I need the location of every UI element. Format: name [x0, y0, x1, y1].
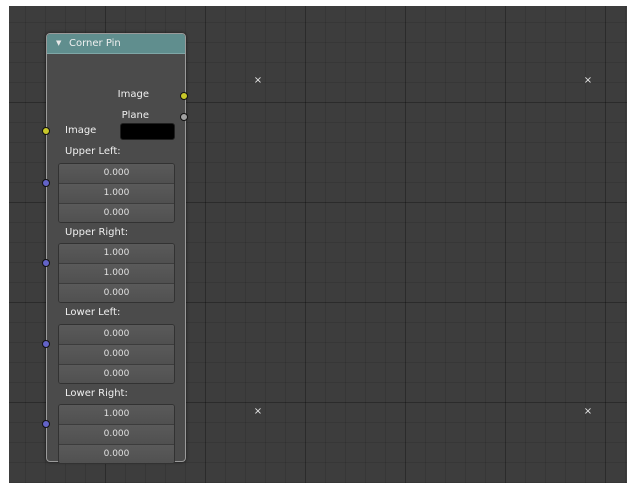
corner-marker-upper-left[interactable]: × — [253, 76, 263, 86]
node-editor-canvas[interactable]: × × × × ▼ Corner Pin Image Plane Image U… — [9, 6, 627, 483]
upper-left-label: Upper Left: — [65, 146, 121, 157]
node-title: Corner Pin — [69, 38, 121, 49]
upper-right-vector: 1.000 1.000 0.000 — [58, 243, 175, 303]
upper-right-z-field[interactable]: 0.000 — [59, 284, 174, 302]
lower-left-x-field[interactable]: 0.000 — [59, 325, 174, 345]
upper-right-x-field[interactable]: 1.000 — [59, 244, 174, 264]
lower-right-label: Lower Right: — [65, 388, 128, 399]
collapse-triangle-icon[interactable]: ▼ — [56, 34, 61, 53]
output-image-label: Image — [117, 89, 149, 100]
lower-left-y-field[interactable]: 0.000 — [59, 345, 174, 365]
image-color-swatch[interactable] — [120, 123, 175, 140]
input-image-socket[interactable] — [42, 127, 50, 135]
upper-left-z-field[interactable]: 0.000 — [59, 204, 174, 222]
upper-right-y-field[interactable]: 1.000 — [59, 264, 174, 284]
corner-marker-lower-left[interactable]: × — [253, 407, 263, 417]
upper-left-x-field[interactable]: 0.000 — [59, 164, 174, 184]
upper-left-socket[interactable] — [42, 179, 50, 187]
lower-right-x-field[interactable]: 1.000 — [59, 405, 174, 425]
corner-marker-lower-right[interactable]: × — [583, 407, 593, 417]
lower-right-vector: 1.000 0.000 0.000 — [58, 404, 175, 464]
output-plane-socket[interactable] — [180, 113, 188, 121]
input-image-label: Image — [65, 125, 97, 136]
lower-left-socket[interactable] — [42, 340, 50, 348]
corner-marker-upper-right[interactable]: × — [583, 76, 593, 86]
upper-right-label: Upper Right: — [65, 227, 129, 238]
corner-pin-node[interactable]: ▼ Corner Pin Image Plane Image Upper Lef… — [42, 33, 188, 464]
upper-left-vector: 0.000 1.000 0.000 — [58, 163, 175, 223]
output-image-socket[interactable] — [180, 92, 188, 100]
lower-right-y-field[interactable]: 0.000 — [59, 425, 174, 445]
upper-right-socket[interactable] — [42, 259, 50, 267]
lower-left-label: Lower Left: — [65, 307, 121, 318]
lower-right-socket[interactable] — [42, 420, 50, 428]
lower-right-z-field[interactable]: 0.000 — [59, 445, 174, 463]
node-header[interactable]: ▼ Corner Pin — [47, 34, 185, 54]
upper-left-y-field[interactable]: 1.000 — [59, 184, 174, 204]
lower-left-z-field[interactable]: 0.000 — [59, 365, 174, 383]
output-plane-label: Plane — [121, 110, 149, 121]
lower-left-vector: 0.000 0.000 0.000 — [58, 324, 175, 384]
